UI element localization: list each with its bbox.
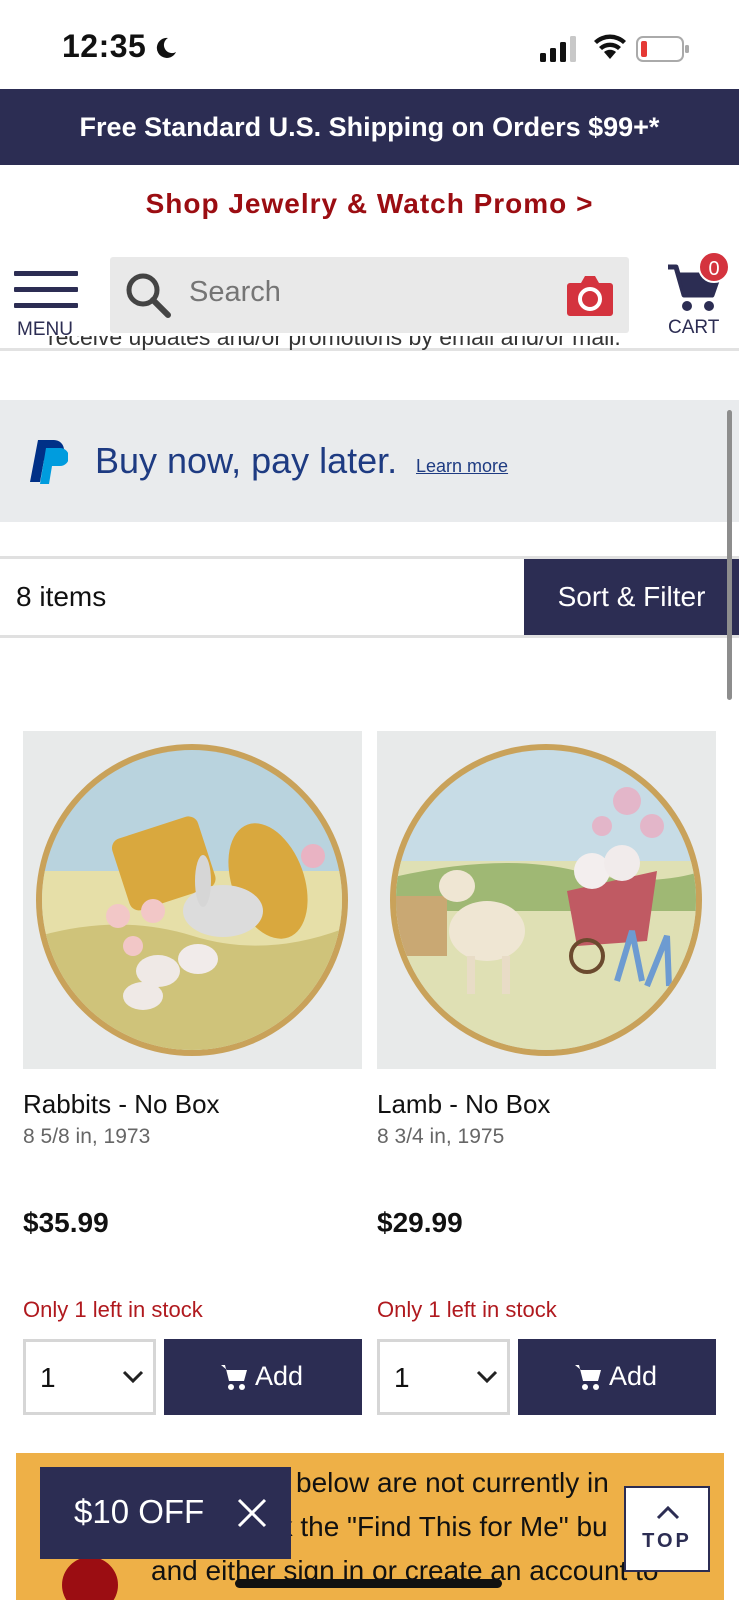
item-count: 8 items — [16, 581, 107, 612]
search-icon[interactable] — [122, 269, 174, 321]
chevron-down-icon — [122, 1370, 144, 1384]
newsletter-disclaimer: receive updates and/or promotions by ema… — [48, 336, 698, 362]
chevron-up-icon — [656, 1505, 680, 1520]
quantity-value: 1 — [40, 1362, 56, 1393]
product-price: $29.99 — [377, 1207, 463, 1238]
moon-icon — [156, 37, 176, 58]
product-name[interactable]: Lamb - No Box — [377, 1089, 550, 1120]
sort-filter-button[interactable]: Sort & Filter — [524, 559, 739, 635]
site-header: MENU 0 CART — [0, 243, 739, 351]
cellular-signal-icon — [540, 36, 576, 62]
wifi-icon — [594, 34, 626, 59]
hamburger-icon-bar — [14, 287, 78, 292]
product-details: 8 3/4 in, 1975 — [377, 1125, 505, 1148]
cart-icon — [221, 1365, 247, 1390]
quantity-value: 1 — [394, 1362, 410, 1393]
top-label: TOP — [642, 1530, 692, 1552]
promo-link[interactable]: Shop Jewelry & Watch Promo > — [0, 165, 739, 243]
product-card: Rabbits - No Box 8 5/8 in, 1973 $35.99 O… — [23, 731, 363, 1421]
paypal-learn-more-link[interactable]: Learn more — [416, 456, 508, 477]
product-image[interactable] — [23, 731, 362, 1069]
quantity-select[interactable]: 1 — [23, 1339, 156, 1415]
product-price: $35.99 — [23, 1207, 109, 1238]
status-time: 12:35 — [62, 28, 147, 64]
hamburger-icon-bar — [14, 303, 78, 308]
offer-text: $10 OFF — [74, 1493, 205, 1530]
add-to-cart-button[interactable]: Add — [518, 1339, 716, 1415]
results-toolbar: 8 items Sort & Filter — [0, 556, 739, 638]
discount-offer-button[interactable]: $10 OFF — [40, 1467, 291, 1559]
product-name[interactable]: Rabbits - No Box — [23, 1089, 220, 1120]
quantity-select[interactable]: 1 — [377, 1339, 510, 1415]
cart-count-badge: 0 — [698, 251, 730, 283]
close-icon[interactable] — [236, 1497, 268, 1529]
product-details: 8 5/8 in, 1973 — [23, 1125, 151, 1148]
notice-badge-icon — [62, 1557, 118, 1600]
notice-line-1: below are not currently in — [296, 1467, 609, 1498]
stock-status: Only 1 left in stock — [23, 1297, 203, 1322]
hamburger-icon — [14, 271, 78, 276]
search-input[interactable] — [189, 276, 539, 309]
add-to-cart-button[interactable]: Add — [164, 1339, 362, 1415]
camera-icon[interactable] — [566, 273, 614, 317]
paypal-banner: Buy now, pay later. Learn more — [0, 400, 739, 522]
scrollbar[interactable] — [727, 410, 732, 700]
cart-icon — [575, 1365, 601, 1390]
back-to-top-button[interactable]: TOP — [624, 1486, 710, 1572]
product-image[interactable] — [377, 731, 716, 1069]
search-bar[interactable] — [110, 257, 629, 333]
status-bar: 12:35 — [0, 0, 739, 89]
paypal-text: Buy now, pay later. — [95, 440, 398, 481]
battery-icon — [636, 36, 689, 62]
add-label: Add — [609, 1361, 658, 1391]
home-indicator[interactable] — [235, 1579, 502, 1588]
shipping-banner[interactable]: Free Standard U.S. Shipping on Orders $9… — [0, 89, 739, 165]
chevron-down-icon — [476, 1370, 498, 1384]
add-label: Add — [255, 1361, 304, 1391]
menu-button[interactable]: MENU — [14, 271, 80, 341]
paypal-logo-icon — [30, 440, 68, 484]
cart-button[interactable]: 0 CART — [662, 249, 730, 341]
newsletter-disclaimer-text: receive updates and/or promotions by ema… — [48, 336, 621, 350]
stock-status: Only 1 left in stock — [377, 1297, 557, 1322]
product-card: Lamb - No Box 8 3/4 in, 1975 $29.99 Only… — [377, 731, 717, 1421]
